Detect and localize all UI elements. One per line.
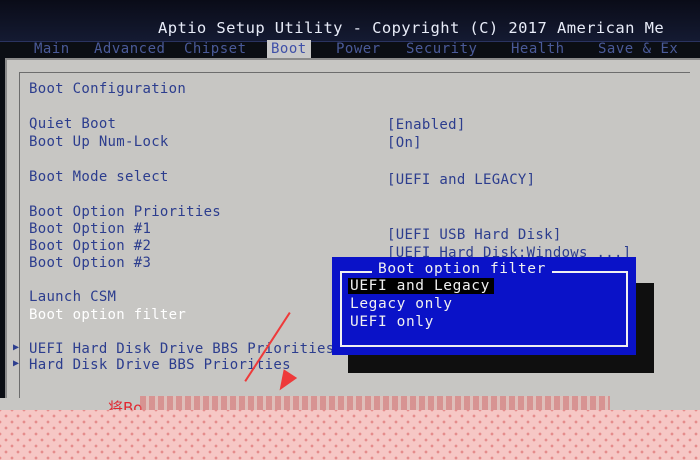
launch-csm-label[interactable]: Launch CSM <box>29 289 116 306</box>
tab-save-exit[interactable]: Save & Ex <box>598 40 678 58</box>
popup-option-uefi-only[interactable]: UEFI only <box>350 314 434 330</box>
tab-main[interactable]: Main <box>34 40 70 58</box>
section-title-boot-configuration: Boot Configuration <box>29 81 187 97</box>
app-title: Aptio Setup Utility - Copyright (C) 2017… <box>158 19 665 37</box>
priorities-title: Boot Option Priorities <box>29 204 222 220</box>
boot-option-1-value[interactable]: [UEFI USB Hard Disk] <box>387 227 562 244</box>
quiet-boot-value[interactable]: [Enabled] <box>387 117 466 134</box>
boot-mode-value[interactable]: [UEFI and LEGACY] <box>387 172 535 189</box>
title-bar: Aptio Setup Utility - Copyright (C) 2017… <box>0 0 700 42</box>
boot-option-filter-popup: Boot option filter UEFI and Legacy Legac… <box>332 257 636 355</box>
decorative-pattern-strip <box>0 410 700 460</box>
tab-advanced[interactable]: Advanced <box>94 40 165 58</box>
tab-health[interactable]: Health <box>511 40 565 58</box>
boot-option-filter-label[interactable]: Boot option filter <box>29 307 186 324</box>
popup-option-uefi-and-legacy[interactable]: UEFI and Legacy <box>348 278 494 294</box>
popup-title: Boot option filter <box>372 261 552 277</box>
tab-chipset[interactable]: Chipset <box>184 40 247 58</box>
submenu-arrow-icon: ▶ <box>13 358 20 369</box>
boot-option-3-label[interactable]: Boot Option #3 <box>29 255 151 272</box>
submenu-arrow-icon: ▶ <box>13 342 20 353</box>
uefi-bbs-priorities-link[interactable]: UEFI Hard Disk Drive BBS Priorities <box>29 341 335 358</box>
numlock-value[interactable]: [On] <box>387 135 422 152</box>
boot-option-1-label[interactable]: Boot Option #1 <box>29 221 151 238</box>
tab-security[interactable]: Security <box>406 40 477 58</box>
tab-boot[interactable]: Boot <box>267 40 311 58</box>
boot-option-2-label[interactable]: Boot Option #2 <box>29 238 151 255</box>
tab-power[interactable]: Power <box>336 40 381 58</box>
numlock-label[interactable]: Boot Up Num-Lock <box>29 134 169 151</box>
boot-mode-label[interactable]: Boot Mode select <box>29 169 169 186</box>
popup-option-legacy-only[interactable]: Legacy only <box>350 296 453 312</box>
quiet-boot-label[interactable]: Quiet Boot <box>29 116 116 133</box>
